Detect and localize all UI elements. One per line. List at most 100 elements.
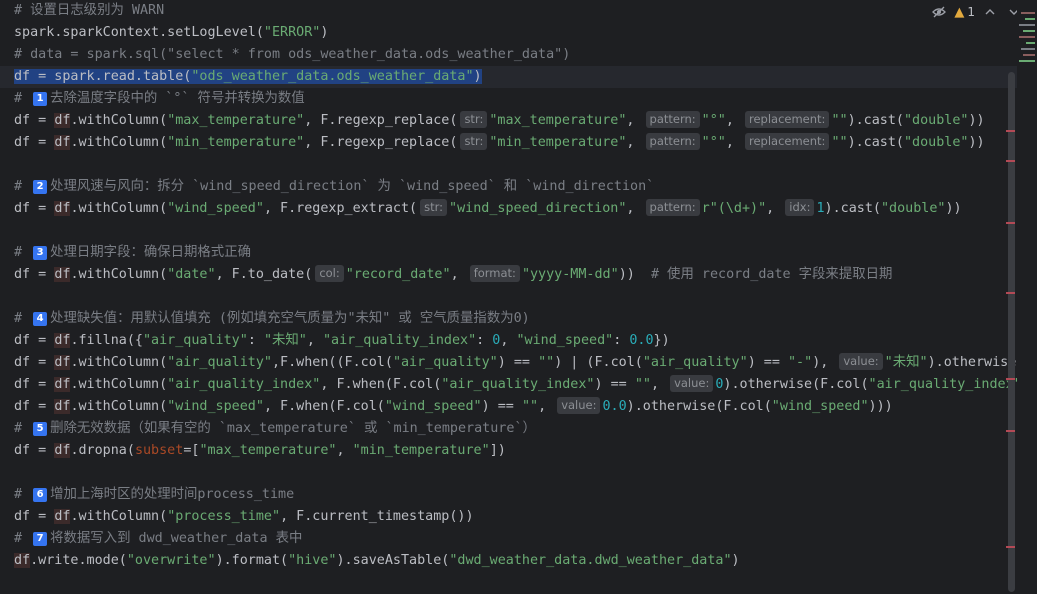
code-line-12[interactable]: # 3 处理日期字段：确保日期格式正确 xyxy=(14,242,1017,264)
minimap-line xyxy=(1021,48,1035,50)
comment-prefix: # xyxy=(14,487,31,502)
code-line-3[interactable]: # data = spark.sql("select * from ods_we… xyxy=(14,44,1017,66)
code-token: , F.to_date( xyxy=(215,267,313,282)
comment-text: 增加上海时区的处理时间process_time xyxy=(50,487,295,502)
code-line-6[interactable]: df = df.withColumn("max_temperature", F.… xyxy=(14,110,1017,132)
string-literal: "min_temperature" xyxy=(352,443,490,458)
param-hint: col: xyxy=(315,265,344,282)
code-token: .withColumn( xyxy=(70,355,168,370)
code-token: = xyxy=(30,201,55,216)
string-literal: "wind_speed_direction" xyxy=(449,201,627,216)
code-line-23[interactable]: # 6 增加上海时区的处理时间process_time xyxy=(14,484,1017,506)
error-stripe-mark[interactable] xyxy=(1006,546,1015,548)
code-token: , F.when(F.col( xyxy=(320,377,442,392)
comment-text: # data = spark.sql("select * from ods_we… xyxy=(14,47,571,62)
code-token: , xyxy=(626,135,643,150)
string-literal: "air_quality" xyxy=(143,333,248,348)
string-literal: "overwrite" xyxy=(126,553,216,568)
var-df: df xyxy=(54,333,71,348)
code-line-1[interactable]: # 设置日志级别为 WARN xyxy=(14,0,1017,22)
comment-prefix: # xyxy=(14,245,31,260)
vertical-scrollbar[interactable] xyxy=(1008,72,1015,592)
code-line-19[interactable]: df = df.withColumn("wind_speed", F.when(… xyxy=(14,396,1017,418)
code-line-16[interactable]: df = df.fillna({"air_quality": "未知", "ai… xyxy=(14,330,1017,352)
var-df: df xyxy=(54,135,71,150)
code-line-2[interactable]: spark.sparkContext.setLogLevel("ERROR") xyxy=(14,22,1017,44)
error-stripe-mark[interactable] xyxy=(1006,292,1015,294)
minimap-line xyxy=(1023,54,1035,56)
code-token: , xyxy=(626,113,643,128)
code-token: ]) xyxy=(489,443,506,458)
code-token: : xyxy=(247,333,264,348)
string-literal: "wind_speed" xyxy=(384,399,482,414)
var-df: df xyxy=(54,443,71,458)
code-line-20[interactable]: # 5 删除无效数据（如果有空的 `max_temperature` 或 `min… xyxy=(14,418,1017,440)
code-token: = xyxy=(30,443,55,458)
string-literal: "air_quality_index" xyxy=(441,377,595,392)
string-literal: "max_temperature" xyxy=(489,113,627,128)
code-token: .withColumn( xyxy=(70,509,168,524)
string-literal: "air_quality" xyxy=(642,355,748,370)
param-hint: str: xyxy=(420,199,448,216)
comment-text: # 设置日志级别为 WARN xyxy=(14,3,165,18)
string-literal: "double" xyxy=(904,135,969,150)
code-line-26[interactable]: df.write.mode("overwrite").format("hive"… xyxy=(14,550,1017,572)
code-line-5[interactable]: # 1 去除温度字段中的 `°` 符号并转换为数值 xyxy=(14,88,1017,110)
code-editor[interactable]: ▲ 1 # 设置日志级别为 WARN spark.sparkContext.se… xyxy=(0,0,1037,594)
error-stripe-mark[interactable] xyxy=(1006,378,1015,380)
code-token: ).otherwise(F.col( xyxy=(626,399,772,414)
param-hint: value: xyxy=(670,375,714,392)
minimap-line xyxy=(1025,18,1035,20)
var-df: df xyxy=(14,443,31,458)
comment-prefix: # xyxy=(14,531,31,546)
code-token: ).format( xyxy=(215,553,289,568)
comment-text: 将数据写入到 dwd_weather_data 表中 xyxy=(50,531,303,546)
code-line-18[interactable]: df = df.withColumn("air_quality_index", … xyxy=(14,374,1017,396)
var-df: df xyxy=(14,553,31,568)
string-literal: "air_quality" xyxy=(167,355,272,370)
param-hint: pattern: xyxy=(645,111,700,128)
string-literal: "" xyxy=(831,135,848,150)
code-token: .withColumn( xyxy=(70,135,168,150)
step-badge: 6 xyxy=(33,488,48,502)
code-line-21[interactable]: df = df.dropna(subset=["max_temperature"… xyxy=(14,440,1017,462)
var-df: df xyxy=(14,509,31,524)
code-line-9[interactable]: # 2 处理风速与风向：拆分 `wind_speed_direction` 为 `… xyxy=(14,176,1017,198)
code-line-17[interactable]: df = df.withColumn("air_quality",F.when(… xyxy=(14,352,1017,374)
var-df: df xyxy=(14,355,31,370)
code-line-7[interactable]: df = df.withColumn("min_temperature", F.… xyxy=(14,132,1017,154)
code-line-13[interactable]: df = df.withColumn("date", F.to_date(col… xyxy=(14,264,1017,286)
string-literal: "" xyxy=(538,355,555,370)
error-stripe-mark[interactable] xyxy=(1006,160,1015,162)
code-token: ) xyxy=(731,553,740,568)
code-token: )) xyxy=(618,267,651,282)
error-stripe-mark[interactable] xyxy=(1006,430,1015,432)
code-line-15[interactable]: # 4 处理缺失值：用默认值填充 (例如填充空气质量为"未知" 或 空气质量指数为… xyxy=(14,308,1017,330)
error-stripe-mark[interactable] xyxy=(1006,130,1015,132)
error-stripe-mark[interactable] xyxy=(1006,222,1015,224)
code-token: ).cast( xyxy=(847,113,904,128)
string-literal: "dwd_weather_data.dwd_weather_data" xyxy=(449,553,732,568)
code-line-4-current[interactable]: df = spark.read.table("ods_weather_data.… xyxy=(0,66,1017,88)
string-literal: "min_temperature" xyxy=(167,135,305,150)
code-token: ).cast( xyxy=(824,201,881,216)
code-token: }) xyxy=(653,333,670,348)
minimap[interactable] xyxy=(1017,0,1037,594)
comment-text: 去除温度字段中的 `°` 符号并转换为数值 xyxy=(50,91,305,106)
code-token: .withColumn( xyxy=(70,113,168,128)
var-df: df xyxy=(14,113,31,128)
code-token: , F.regexp_replace( xyxy=(304,113,458,128)
inline-comment: # 使用 record_date 字段来提取日期 xyxy=(650,267,893,282)
code-token: : xyxy=(613,333,630,348)
comment-prefix: # xyxy=(14,179,31,194)
minimap-line xyxy=(1026,42,1035,44)
code-line-24[interactable]: df = df.withColumn("process_time", F.cur… xyxy=(14,506,1017,528)
string-literal: "max_temperature" xyxy=(199,443,337,458)
string-literal: "°" xyxy=(701,113,726,128)
code-token: .withColumn( xyxy=(70,201,168,216)
code-token: , xyxy=(336,443,353,458)
code-token: )) xyxy=(968,135,985,150)
string-literal: "未知" xyxy=(884,355,928,370)
code-line-25[interactable]: # 7 将数据写入到 dwd_weather_data 表中 xyxy=(14,528,1017,550)
code-line-10[interactable]: df = df.withColumn("wind_speed", F.regex… xyxy=(14,198,1017,220)
